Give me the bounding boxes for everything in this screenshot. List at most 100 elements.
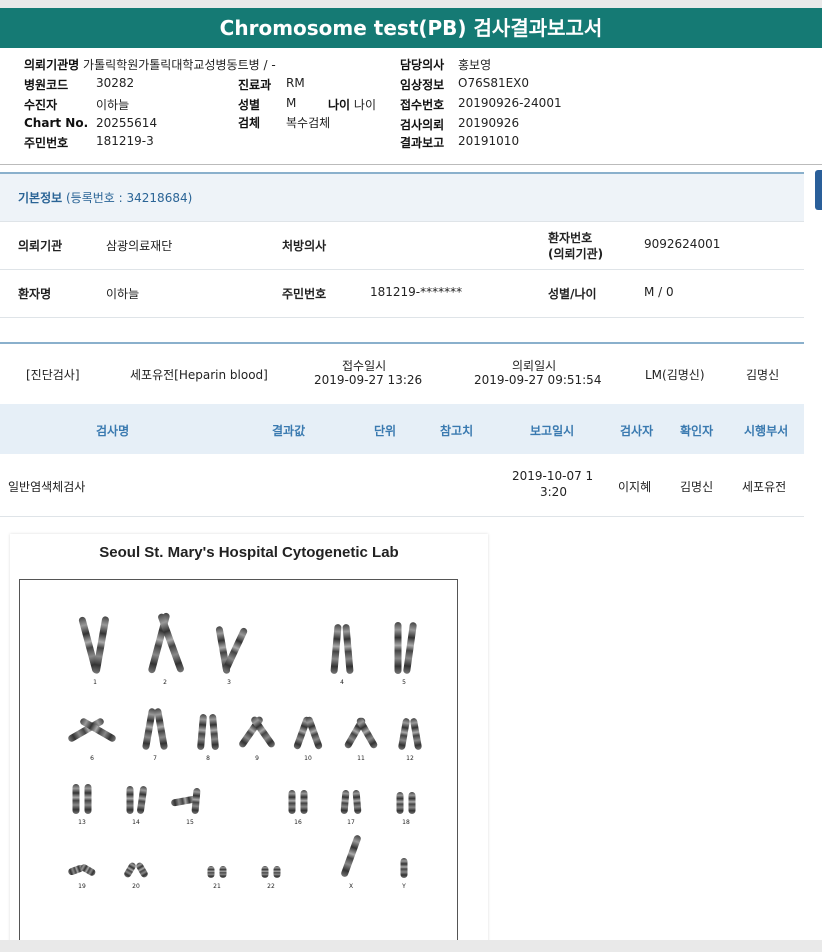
- top-strip: [0, 0, 822, 8]
- info-label: 주민번호: [24, 136, 69, 150]
- results-table-header: 검사명 결과값 단위 참고치 보고일시 검사자 확인자 시행부서: [0, 404, 804, 454]
- col-checker: 확인자: [680, 424, 714, 438]
- chromosome-16: [300, 790, 308, 814]
- chromosome-label: 21: [213, 883, 221, 890]
- info-resident-no: 주민번호 181219-3: [24, 134, 154, 151]
- chromosome-label: 7: [153, 755, 157, 762]
- chromosome-16: [288, 790, 296, 814]
- basic-info-title: 기본정보 (등록번호 : 34218684): [18, 189, 192, 206]
- chromosome-label: 18: [402, 819, 410, 826]
- diag-doctor: LM(김명신): [645, 368, 705, 382]
- info-label: 병원코드: [24, 78, 69, 92]
- side-tab[interactable]: [815, 170, 822, 210]
- info-requester: 의뢰기관명 가톨릭학원가톨릭대학교성병동트병 / -: [24, 56, 276, 73]
- chromosome-7: [154, 708, 168, 750]
- chromosome-label: 15: [186, 819, 194, 826]
- chromosome-7: [142, 708, 156, 750]
- chromosome-8: [197, 714, 207, 750]
- karyotype-report: Seoul St. Mary's Hospital Cytogenetic La…: [10, 534, 488, 944]
- chromosome-19: [80, 864, 96, 876]
- row-divider: [0, 269, 804, 270]
- col-test-name: 검사명: [96, 424, 130, 438]
- col-report-date: 보고일시: [530, 424, 575, 438]
- chromosome-1: [93, 616, 109, 674]
- chromosome-X: [341, 835, 361, 877]
- field-label: 처방의사: [282, 239, 327, 253]
- info-department: 진료과 RM: [238, 76, 305, 93]
- chromosome-Y: [400, 858, 408, 878]
- field-label: 주민번호: [282, 287, 327, 301]
- chromosome-13: [84, 784, 92, 814]
- field-label: 성별/나이: [548, 287, 597, 301]
- chromosome-label: 17: [347, 819, 355, 826]
- chromosome-18: [396, 792, 404, 814]
- chromosome-5: [394, 622, 402, 674]
- info-label: 검사의뢰: [400, 118, 445, 132]
- field-value: 이하늘: [106, 287, 140, 301]
- chromosome-22: [273, 866, 281, 878]
- chromosome-20: [124, 862, 136, 878]
- row-report-date-1: 2019-10-07 1: [512, 469, 594, 483]
- row-dept: 세포유전: [742, 480, 787, 494]
- info-specimen: 검체 복수검체: [238, 114, 330, 131]
- chromosome-12: [398, 718, 410, 750]
- field-label: 의뢰기관: [18, 239, 63, 253]
- chromosome-label: 12: [406, 755, 414, 762]
- requested-label: 의뢰일시: [512, 359, 557, 373]
- row-divider: [0, 516, 804, 517]
- chromosome-label: 2: [163, 679, 167, 686]
- diag-dept: 세포유전[Heparin blood]: [130, 368, 268, 382]
- col-unit: 단위: [374, 424, 397, 438]
- col-dept: 시행부서: [744, 424, 789, 438]
- info-label: 성별: [238, 98, 261, 112]
- diag-type: [진단검사]: [26, 368, 80, 382]
- chromosome-label: 6: [90, 755, 94, 762]
- field-value: M / 0: [644, 285, 674, 299]
- info-value: 20190926-24001: [458, 96, 562, 110]
- row-checker: 김명신: [680, 480, 714, 494]
- info-value: 이하늘: [96, 98, 130, 112]
- info-label: 임상정보: [400, 78, 445, 92]
- chromosome-label: 16: [294, 819, 302, 826]
- info-reported: 결과보고 20191010: [400, 134, 519, 151]
- info-label: Chart No.: [24, 116, 89, 130]
- karyotype-title: Seoul St. Mary's Hospital Cytogenetic La…: [99, 544, 399, 561]
- chromosome-2: [148, 612, 170, 674]
- info-label: 의뢰기관명: [24, 58, 80, 72]
- received-label: 접수일시: [342, 359, 387, 373]
- field-value: 9092624001: [644, 237, 721, 251]
- info-receipt-no: 접수번호 20190926-24001: [400, 96, 562, 113]
- chromosome-18: [408, 792, 416, 814]
- row-tester: 이지혜: [618, 480, 652, 494]
- chromosome-label: 3: [227, 679, 231, 686]
- row-divider: [0, 221, 804, 222]
- info-doctor: 담당의사 홍보영: [400, 56, 491, 73]
- info-value: O76S81EX0: [458, 76, 530, 90]
- info-value: 홍보영: [458, 58, 492, 72]
- chromosome-label: 10: [304, 755, 312, 762]
- info-value: M: [286, 96, 297, 110]
- field-label: (의뢰기관): [548, 247, 604, 261]
- requested-date: 2019-09-27 09:51:54: [474, 373, 602, 387]
- chromosome-14: [126, 786, 134, 814]
- chromosome-17: [352, 790, 362, 814]
- info-clinical: 임상정보 O76S81EX0: [400, 76, 529, 93]
- info-label: 담당의사: [400, 58, 445, 72]
- info-label: 나이: [328, 98, 351, 112]
- info-sex: 성별 M: [238, 96, 296, 113]
- diag-doctor-name: 김명신: [746, 368, 780, 382]
- info-label: 결과보고: [400, 136, 445, 150]
- info-value: 181219-3: [96, 134, 154, 148]
- section-divider: [0, 342, 804, 344]
- karyotype-figure: 1 2 3 4 56 7 8 9 10 11 1213 14 15 16 17 1819 20 21 22 X Y: [68, 612, 422, 890]
- field-label: 환자번호: [548, 231, 593, 245]
- info-requested: 검사의뢰 20190926: [400, 116, 519, 133]
- chromosome-label: 1: [93, 679, 97, 686]
- col-reference: 참고치: [440, 424, 474, 438]
- chromosome-21: [219, 866, 227, 878]
- bottom-strip: [0, 940, 822, 952]
- chromosome-label: 22: [267, 883, 275, 890]
- chromosome-label: 4: [340, 679, 344, 686]
- basic-info-label: 기본정보: [18, 191, 63, 205]
- chromosome-17: [340, 790, 350, 814]
